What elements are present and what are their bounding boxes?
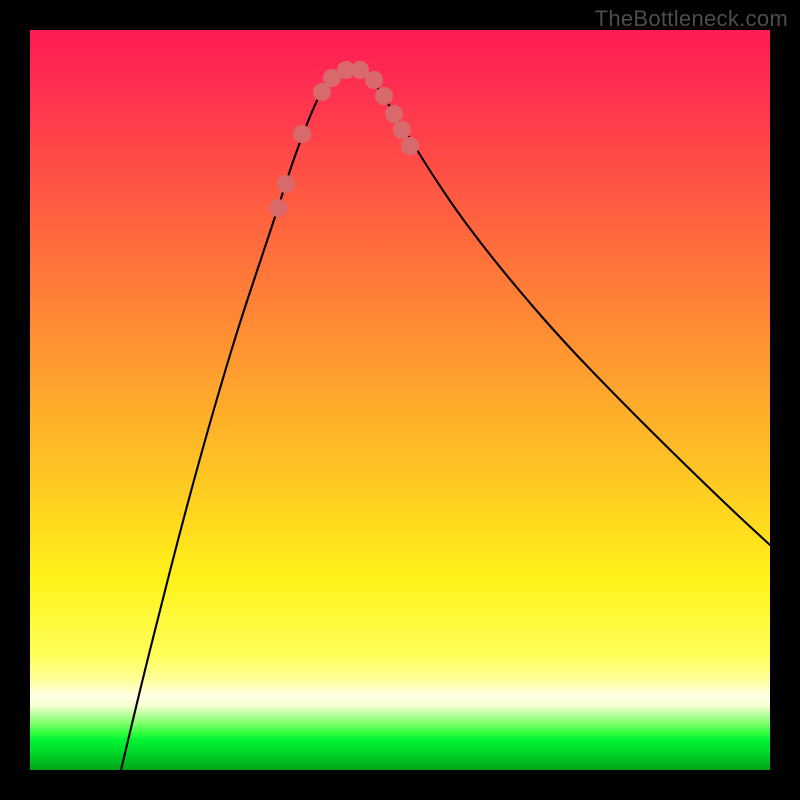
watermark-text: TheBottleneck.com xyxy=(595,6,788,32)
valley-dot xyxy=(277,175,295,193)
valley-dot xyxy=(393,121,411,139)
chart-frame: TheBottleneck.com xyxy=(0,0,800,800)
curves-svg xyxy=(30,30,770,770)
plot-area xyxy=(30,30,770,770)
valley-dots xyxy=(269,61,419,217)
valley-dot xyxy=(269,199,287,217)
valley-dot xyxy=(365,71,383,89)
valley-dot xyxy=(385,105,403,123)
valley-dot xyxy=(375,87,393,105)
curve-left xyxy=(121,76,330,770)
valley-dot xyxy=(401,137,419,155)
curve-right xyxy=(370,76,770,545)
valley-dot xyxy=(293,125,311,143)
